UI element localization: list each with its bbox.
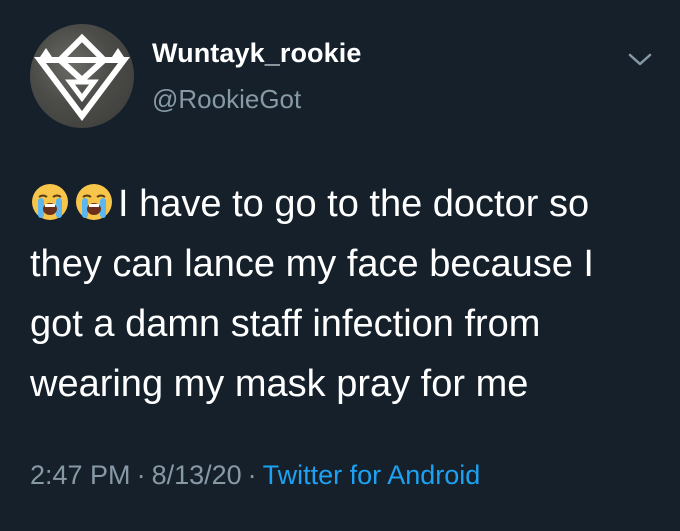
loudly-crying-face-emoji xyxy=(74,180,114,220)
tweet-line: I have to go to the doctor so xyxy=(30,174,660,234)
meta-separator: · xyxy=(136,460,146,490)
chevron-down-icon[interactable] xyxy=(626,50,654,70)
meta-separator: · xyxy=(247,460,257,490)
display-name[interactable]: Wuntayk_rookie xyxy=(152,38,361,69)
tweet-line-text: I have to go to the doctor so xyxy=(118,183,590,225)
loudly-crying-face-emoji xyxy=(30,180,70,220)
tweet-line: got a damn staff infection from xyxy=(30,303,541,345)
tweet-meta: 2:47 PM · 8/13/20 · Twitter for Android xyxy=(30,460,480,491)
tweet-source-link[interactable]: Twitter for Android xyxy=(263,460,481,490)
tweet-text: I have to go to the doctor so they can l… xyxy=(30,174,660,414)
tweet-line: they can lance my face because I xyxy=(30,243,594,285)
tweet-line: wearing my mask pray for me xyxy=(30,363,529,405)
user-handle[interactable]: @RookieGot xyxy=(152,84,301,115)
tweet-time[interactable]: 2:47 PM xyxy=(30,460,131,490)
triangle-logo-icon xyxy=(34,33,130,121)
tweet-date[interactable]: 8/13/20 xyxy=(152,460,242,490)
tweet-card: Wuntayk_rookie @RookieGot I have to go t… xyxy=(0,0,680,531)
avatar[interactable] xyxy=(30,24,134,128)
